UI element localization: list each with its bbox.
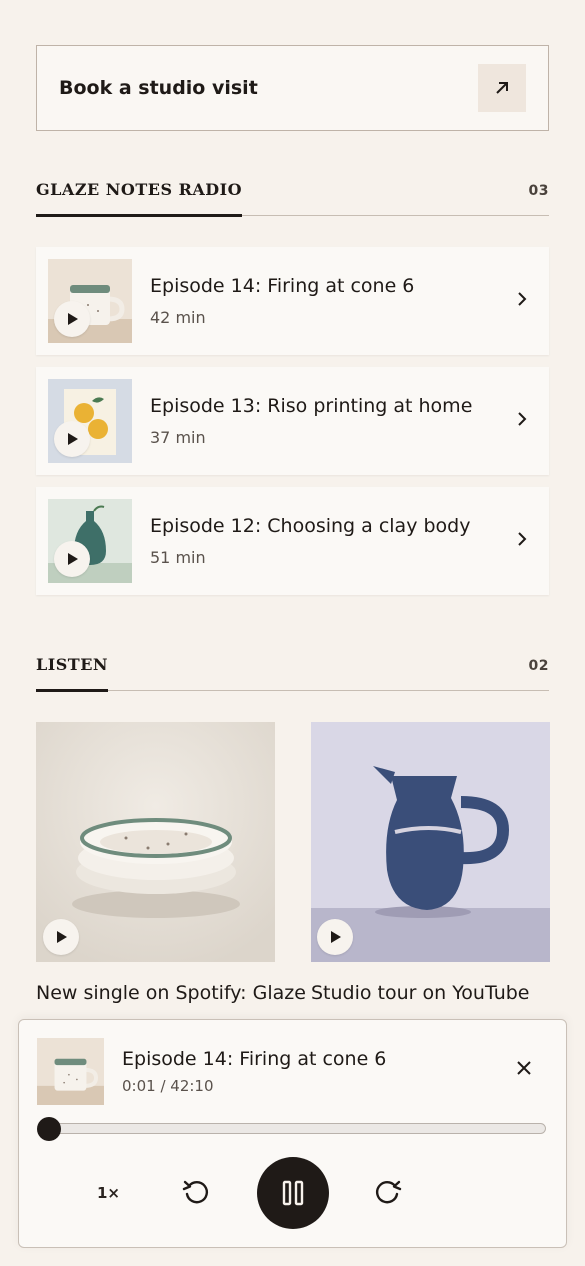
- listen-card-spotify[interactable]: [36, 722, 275, 962]
- chevron-right-icon: [517, 531, 527, 551]
- episode-thumbnail: [48, 499, 132, 583]
- pause-button[interactable]: [257, 1157, 329, 1229]
- chevron-right-icon: [517, 411, 527, 431]
- episode-card[interactable]: Episode 14: Firing at cone 6 42 min: [36, 247, 549, 355]
- playback-speed-button[interactable]: 1×: [97, 1184, 120, 1202]
- listen-caption: Studio tour on YouTube: [311, 982, 530, 1004]
- play-icon[interactable]: [54, 541, 90, 577]
- episode-thumbnail: [48, 259, 132, 343]
- pause-icon: [282, 1180, 304, 1206]
- progress-track[interactable]: [41, 1123, 546, 1134]
- radio-section-title: GLAZE NOTES RADIO: [36, 180, 243, 217]
- listen-caption: New single on Spotify: Glaze: [36, 982, 306, 1004]
- forward-icon[interactable]: [373, 1177, 403, 1211]
- arrow-up-right-icon: [478, 64, 526, 112]
- episode-title: Episode 13: Riso printing at home: [150, 395, 473, 417]
- mini-player: Episode 14: Firing at cone 6 0:01 / 42:1…: [18, 1019, 567, 1248]
- episode-card[interactable]: Episode 12: Choosing a clay body 51 min: [36, 487, 549, 595]
- close-icon[interactable]: [516, 1060, 532, 1080]
- play-icon[interactable]: [43, 919, 79, 955]
- player-thumbnail: [37, 1038, 104, 1105]
- player-time: 0:01 / 42:10: [122, 1077, 214, 1095]
- listen-item-count: 02: [528, 658, 549, 674]
- radio-section-header: GLAZE NOTES RADIO 03: [36, 180, 549, 217]
- play-icon[interactable]: [54, 421, 90, 457]
- episode-duration: 51 min: [150, 548, 206, 567]
- rewind-icon[interactable]: [181, 1177, 211, 1211]
- listen-section-title: LISTEN: [36, 655, 109, 692]
- episode-thumbnail: [48, 379, 132, 463]
- listen-card-youtube[interactable]: [311, 722, 550, 962]
- episode-duration: 37 min: [150, 428, 206, 447]
- listen-section-header: LISTEN 02: [36, 655, 549, 692]
- play-icon[interactable]: [317, 919, 353, 955]
- progress-handle[interactable]: [37, 1117, 61, 1141]
- episode-title: Episode 12: Choosing a clay body: [150, 515, 471, 537]
- episode-title: Episode 14: Firing at cone 6: [150, 275, 415, 297]
- play-icon[interactable]: [54, 301, 90, 337]
- chevron-right-icon: [517, 291, 527, 311]
- book-studio-visit-label: Book a studio visit: [59, 77, 258, 99]
- episode-duration: 42 min: [150, 308, 206, 327]
- radio-episode-count: 03: [528, 183, 549, 199]
- book-studio-visit-button[interactable]: Book a studio visit: [36, 45, 549, 131]
- episode-card[interactable]: Episode 13: Riso printing at home 37 min: [36, 367, 549, 475]
- player-title: Episode 14: Firing at cone 6: [122, 1048, 387, 1070]
